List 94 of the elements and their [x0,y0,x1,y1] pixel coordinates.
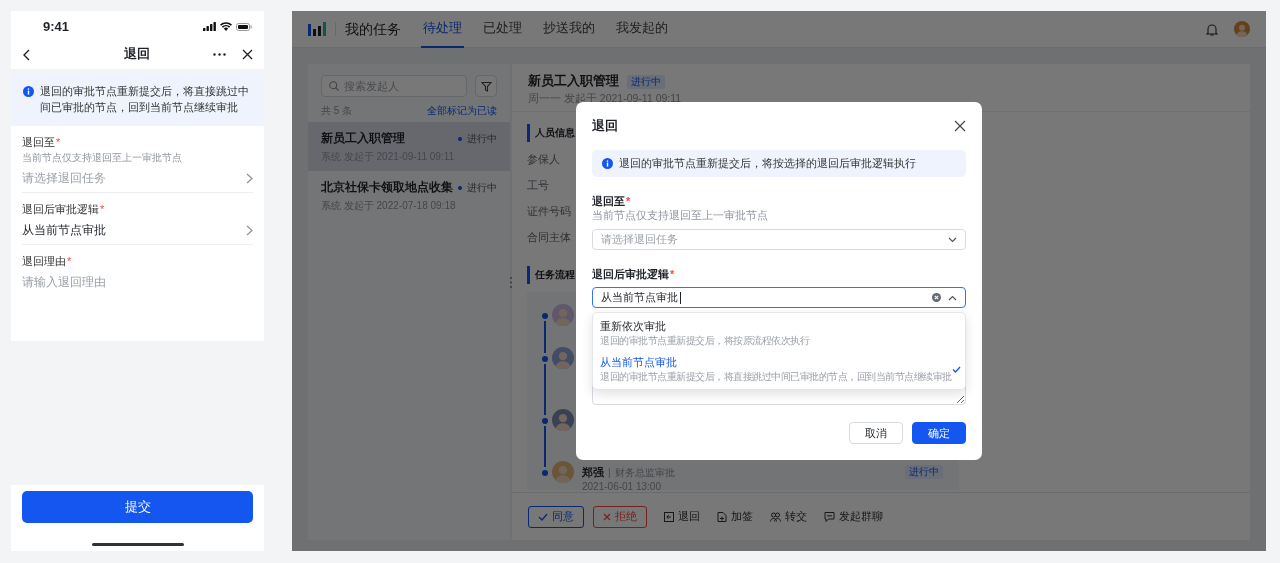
timeline-dot [542,470,548,476]
info-icon [602,158,613,169]
dropdown-option[interactable]: 重新依次审批 退回的审批节点重新提交后，将按原流程依次执行 [593,315,965,351]
timeline-dot [542,313,548,319]
task-title: 新员工入职管理 [321,130,405,146]
dialog-title: 退回 [592,117,618,135]
required-mark: * [626,194,631,208]
close-icon [603,512,611,521]
field-hint: 当前节点仅支持退回至上一审批节点 [592,208,769,222]
return-arrow-icon [664,511,674,522]
chat-icon [824,511,835,522]
dropdown-option[interactable]: 从当前节点审批 退回的审批节点重新提交后，将直接跳过中间已审批的节点，回到当前节点继续审批 [593,351,965,387]
action-button[interactable]: 转交 [770,508,807,525]
document-plus-icon [717,511,727,522]
status-tag: 进行中 [905,465,943,479]
action-button[interactable]: 发起群聊 [824,508,883,525]
action-button[interactable]: 退回 [664,508,700,525]
close-icon [242,49,253,60]
notice-text: 退回的审批节点重新提交后，将直接跳过中间已审批的节点，回到当前节点继续审批 [40,84,250,115]
nav-tab[interactable]: 抄送我的 [541,11,597,48]
filter-button[interactable] [475,75,497,97]
nav-tab[interactable]: 待处理 [421,11,464,48]
people-icon [770,511,781,522]
required-mark: * [670,267,675,281]
chevron-down-icon [948,236,957,243]
status-text: 进行中 [467,132,497,146]
close-button[interactable] [954,120,966,132]
field-label: 退回至 [592,194,625,208]
timeline-dot [542,356,548,362]
select-field[interactable]: 请选择退回任务 [592,229,966,250]
field-label: 合同主体 [527,230,571,245]
notice-text: 退回的审批节点重新提交后，将按选择的退回后审批逻辑执行 [619,155,916,171]
back-button[interactable] [23,48,30,61]
field-label: 退回理由 [22,254,66,269]
confirm-button[interactable]: 确定 [912,422,966,444]
chevron-right-icon [246,172,253,184]
status-dot [458,136,462,141]
status-text: 进行中 [467,181,497,195]
battery-icon [236,22,252,31]
avatar [552,409,574,431]
required-mark: * [67,254,72,269]
drag-handle-icon[interactable] [510,276,512,288]
combobox-field[interactable]: 从当前节点审批 [592,287,966,308]
required-mark: * [56,135,61,150]
filter-icon [480,80,492,92]
status-dot [458,185,462,190]
person-name: 郑强 [582,465,604,480]
check-icon [538,512,548,521]
picker-field[interactable]: 请选择退回任务 [22,167,253,189]
picker-field[interactable]: 从当前节点审批 [22,219,253,241]
close-button[interactable] [242,49,253,60]
signal-icon [203,22,216,31]
back-icon [23,48,30,61]
reason-field[interactable]: 请输入退回理由 [11,269,264,341]
wifi-icon [220,22,232,31]
detail-title: 新员工入职管理 [528,73,619,90]
more-icon [213,53,226,56]
mark-all-read-link[interactable]: 全部标记为已读 [427,103,497,118]
status-tag: 进行中 [627,74,665,89]
field-label: 退回后审批逻辑 [592,267,669,281]
info-icon [23,86,34,97]
bell-icon[interactable] [1206,22,1218,36]
required-mark: * [100,202,105,217]
page-title: 退回 [122,46,151,64]
chevron-up-icon [948,294,957,301]
field-label: 退回至 [22,135,55,150]
check-icon [951,365,961,373]
task-title: 北京社保卡领取地点收集 [321,179,453,195]
search-icon [329,81,339,91]
field-label: 工号 [527,178,549,193]
avatar [552,304,574,326]
avatar [552,461,574,483]
close-icon [954,120,966,132]
status-time: 9:41 [43,17,70,36]
chevron-right-icon [246,224,253,236]
submit-button[interactable]: 提交 [22,491,253,523]
logo-icon [308,22,326,36]
avatar [1234,21,1250,37]
reject-button[interactable]: 拒绝 [593,505,647,528]
app-title: 我的任务 [335,22,401,36]
approve-button[interactable]: 同意 [528,505,584,528]
nav-tab[interactable]: 我发起的 [614,11,670,48]
field-label: 退回后审批逻辑 [22,202,99,217]
field-label: 参保人 [527,152,560,167]
avatar [552,347,574,369]
field-label: 证件号码 [527,204,571,219]
nav-tab[interactable]: 已处理 [481,11,524,48]
cancel-button[interactable]: 取消 [849,422,903,444]
timeline-dot [542,418,548,424]
action-button[interactable]: 加签 [717,508,753,525]
separator: | [608,466,611,480]
clear-icon[interactable] [932,293,941,302]
field-hint: 当前节点仅支持退回至上一审批节点 [22,151,183,165]
more-button[interactable] [213,53,226,56]
